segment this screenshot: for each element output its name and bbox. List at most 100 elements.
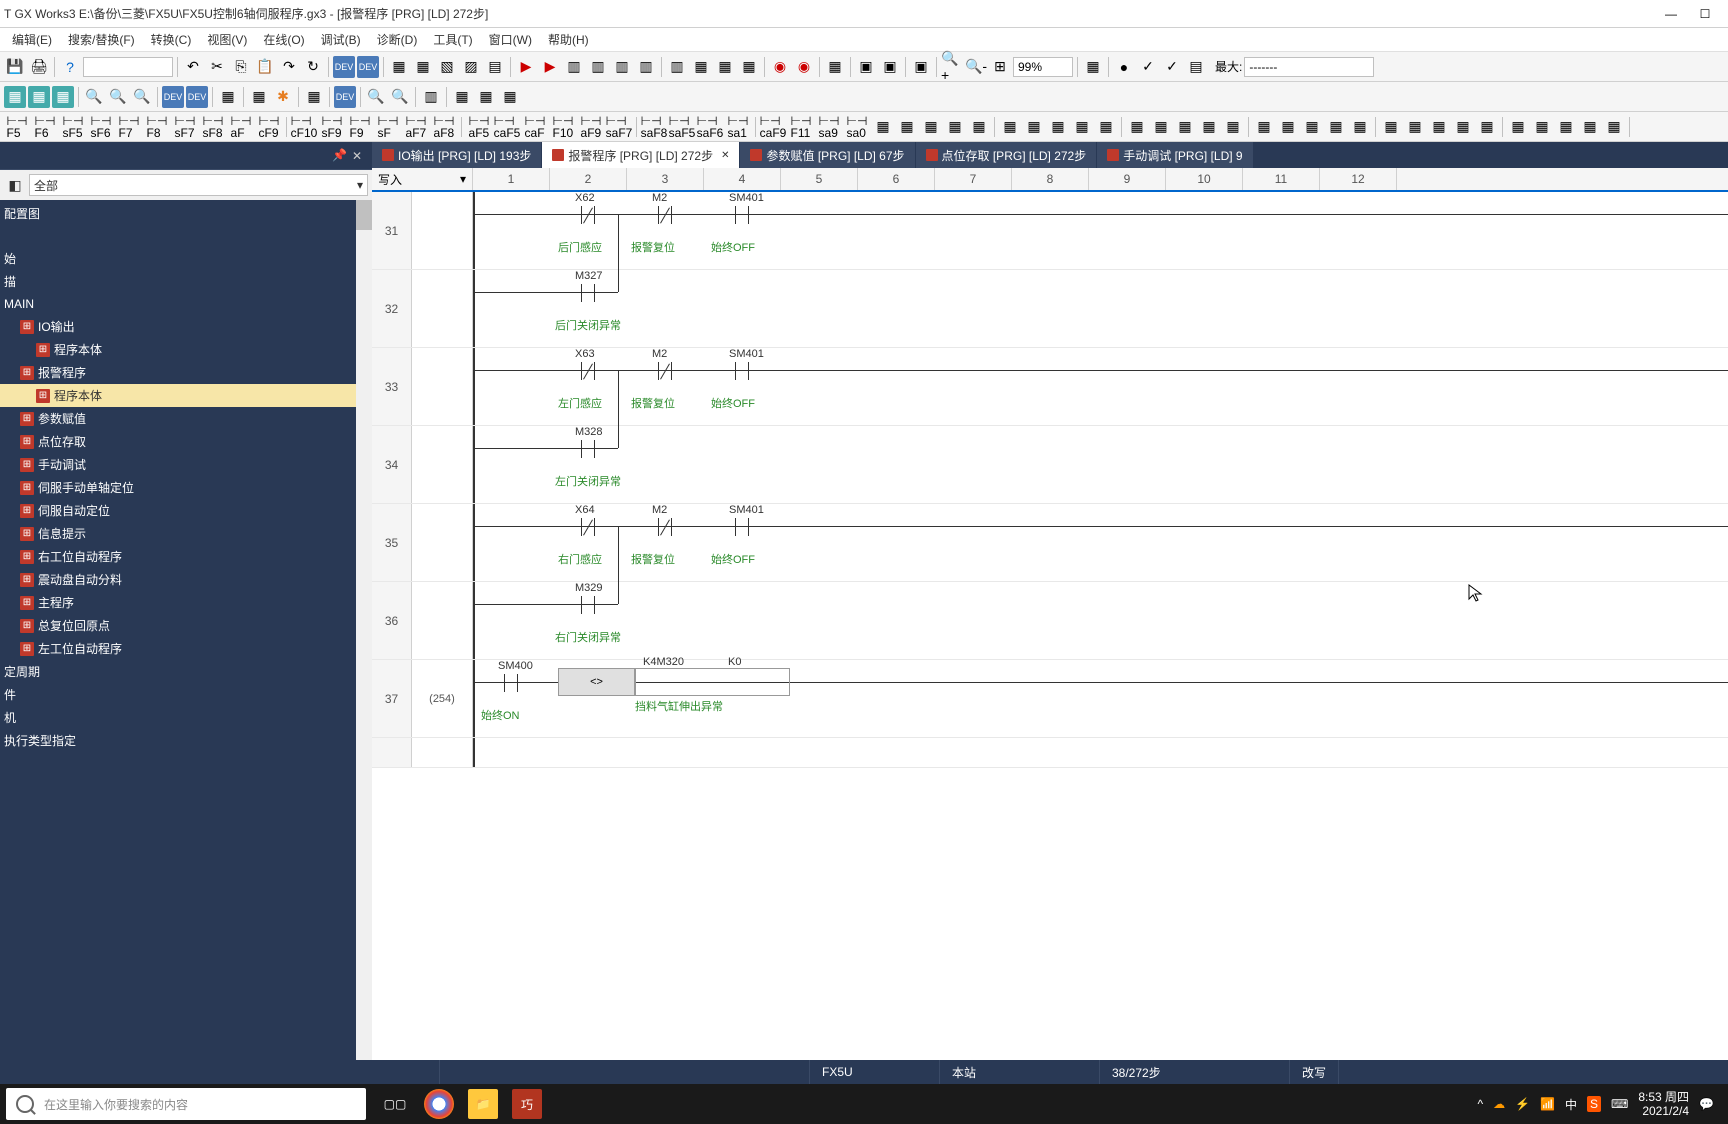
tool2-icon[interactable]: ▦ — [412, 56, 434, 78]
contact[interactable] — [573, 440, 603, 458]
copy-icon[interactable]: ⎘ — [230, 56, 252, 78]
ladder-inst-saF6[interactable]: ⊢⊣saF6 — [697, 116, 723, 138]
find2-icon[interactable]: 🔍 — [107, 86, 129, 108]
tb3-extra-1[interactable]: ▦ — [896, 116, 918, 138]
tree-item[interactable]: ⊞IO输出 — [0, 315, 372, 338]
tray-kbd-icon[interactable]: ⌨ — [1611, 1097, 1628, 1111]
ladder-inst-saF5[interactable]: ⊢⊣saF5 — [669, 116, 695, 138]
tb2c-icon[interactable]: ✱ — [272, 86, 294, 108]
tree-item[interactable]: ⊞左工位自动程序 — [0, 637, 372, 660]
zoomin-icon[interactable]: 🔍+ — [941, 56, 963, 78]
ladder-inst-cF9[interactable]: ⊢⊣cF9 — [256, 116, 282, 138]
tb3-extra-28[interactable]: ▦ — [1579, 116, 1601, 138]
search-input[interactable] — [83, 57, 173, 77]
tb3-extra-9[interactable]: ▦ — [1095, 116, 1117, 138]
editor-tab[interactable]: 参数赋值 [PRG] [LD] 67步 — [740, 142, 915, 168]
ladder-rung[interactable]: 31X62后门感应M2报警复位SM401始终OFFM32后门关闭常 — [372, 192, 1728, 270]
tb3-extra-10[interactable]: ▦ — [1126, 116, 1148, 138]
tb2a-icon[interactable]: ▦ — [217, 86, 239, 108]
tree-item[interactable]: ⊞报警程序 — [0, 361, 372, 384]
tb3-extra-5[interactable]: ▦ — [999, 116, 1021, 138]
mon1-icon[interactable]: ▥ — [563, 56, 585, 78]
ladder-inst-F9[interactable]: ⊢⊣F9 — [347, 116, 373, 138]
tb3-extra-14[interactable]: ▦ — [1222, 116, 1244, 138]
menu-item[interactable]: 窗口(W) — [481, 29, 540, 50]
tb3-extra-2[interactable]: ▦ — [920, 116, 942, 138]
tree-item[interactable]: 执行类型指定 — [0, 729, 372, 752]
tree-item[interactable]: ⊞右工位自动程序 — [0, 545, 372, 568]
tray-net-icon[interactable]: ⚡ — [1515, 1097, 1530, 1111]
menu-item[interactable]: 工具(T) — [425, 29, 480, 50]
task-view-icon[interactable]: ▢▢ — [380, 1089, 410, 1119]
ladder-inst-aF8[interactable]: ⊢⊣aF8 — [431, 116, 457, 138]
tray-ime-icon[interactable]: 中 — [1565, 1096, 1577, 1113]
menu-item[interactable]: 调试(B) — [313, 29, 369, 50]
ladder-inst-sF6[interactable]: ⊢⊣sF6 — [88, 116, 114, 138]
tray-sogou-icon[interactable]: S — [1587, 1096, 1601, 1112]
tb2j-icon[interactable]: ▦ — [475, 86, 497, 108]
editor-tab[interactable]: 点位存取 [PRG] [LD] 272步 — [916, 142, 1098, 168]
tb3-extra-18[interactable]: ▦ — [1325, 116, 1347, 138]
ladder-inst-sF5[interactable]: ⊢⊣sF5 — [60, 116, 86, 138]
ladder-inst-aF5[interactable]: ⊢⊣aF5 — [466, 116, 492, 138]
tree-item[interactable]: ⊞伺服自动定位 — [0, 499, 372, 522]
view3-icon[interactable]: ▦ — [52, 86, 74, 108]
tb3-extra-20[interactable]: ▦ — [1380, 116, 1402, 138]
tb3-extra-3[interactable]: ▦ — [944, 116, 966, 138]
tool-icon[interactable]: ▦ — [388, 56, 410, 78]
tb3-extra-13[interactable]: ▦ — [1198, 116, 1220, 138]
ladder-inst-sF8[interactable]: ⊢⊣sF8 — [200, 116, 226, 138]
ladder-rung[interactable]: M350 — [372, 738, 1728, 768]
close-panel-icon[interactable]: ✕ — [352, 149, 366, 163]
ladder-editor[interactable]: 31X62后门感应M2报警复位SM401始终OFFM32后门关闭常32M327后… — [372, 192, 1728, 1060]
view1-icon[interactable]: ▦ — [4, 86, 26, 108]
max-input[interactable] — [1244, 57, 1374, 77]
ladder-inst-cF10[interactable]: ⊢⊣cF10 — [291, 116, 317, 138]
tree-item[interactable]: 机 — [0, 706, 372, 729]
cut-icon[interactable]: ✂ — [206, 56, 228, 78]
tool4-icon[interactable]: ▨ — [460, 56, 482, 78]
tree-item[interactable]: 描 — [0, 270, 372, 293]
remote-icon[interactable]: ▦ — [738, 56, 760, 78]
view2-icon[interactable]: ▦ — [28, 86, 50, 108]
tb2i-icon[interactable]: ▦ — [451, 86, 473, 108]
contact[interactable] — [573, 518, 603, 536]
tb2d-icon[interactable]: ▦ — [303, 86, 325, 108]
tb3-extra-4[interactable]: ▦ — [968, 116, 990, 138]
contact[interactable] — [727, 362, 757, 380]
tree-item[interactable]: 始 — [0, 247, 372, 270]
tray-notif-icon[interactable]: 💬 — [1699, 1097, 1714, 1111]
tb3-extra-27[interactable]: ▦ — [1555, 116, 1577, 138]
mod3-icon[interactable]: ▣ — [910, 56, 932, 78]
menu-item[interactable]: 视图(V) — [199, 29, 255, 50]
ladder-inst-F7[interactable]: ⊢⊣F7 — [116, 116, 142, 138]
close-tab-icon[interactable]: ✕ — [721, 150, 729, 161]
fit-icon[interactable]: ⊞ — [989, 56, 1011, 78]
ladder-inst-saF7[interactable]: ⊢⊣saF7 — [606, 116, 632, 138]
mark4-icon[interactable]: ▤ — [1185, 56, 1207, 78]
ladder-inst-F5[interactable]: ⊢⊣F5 — [4, 116, 30, 138]
mark1-icon[interactable]: ● — [1113, 56, 1135, 78]
tb3-extra-23[interactable]: ▦ — [1452, 116, 1474, 138]
tree-item[interactable]: 件 — [0, 683, 372, 706]
sim2-icon[interactable]: ◉ — [793, 56, 815, 78]
maximize-button[interactable]: ☐ — [1694, 5, 1716, 23]
app-icon[interactable]: 巧 — [512, 1089, 542, 1119]
tb2f-icon[interactable]: 🔍 — [365, 86, 387, 108]
tb3-extra-29[interactable]: ▦ — [1603, 116, 1625, 138]
ladder-rung[interactable]: 33X63左门感应M2报警复位SM401始终OFFM328左门关闭常 — [372, 348, 1728, 426]
mod1-icon[interactable]: ▣ — [855, 56, 877, 78]
tree-item[interactable]: ⊞程序本体 — [0, 338, 372, 361]
menu-item[interactable]: 诊断(D) — [369, 29, 426, 50]
compare-instruction[interactable]: <> — [558, 668, 635, 696]
nav-filter-combo[interactable]: 全部 ▾ — [29, 174, 368, 196]
contact[interactable] — [573, 206, 603, 224]
tree-item[interactable]: ⊞震动盘自动分料 — [0, 568, 372, 591]
tray-wifi-icon[interactable]: 📶 — [1540, 1097, 1555, 1111]
ladder-inst-sF9[interactable]: ⊢⊣sF9 — [319, 116, 345, 138]
taskbar-search[interactable]: 在这里输入你要搜索的内容 — [6, 1088, 366, 1120]
paste-icon[interactable]: 📋 — [254, 56, 276, 78]
editor-tab[interactable]: 手动调试 [PRG] [LD] 9 — [1097, 142, 1253, 168]
mon4-icon[interactable]: ▥ — [635, 56, 657, 78]
contact[interactable] — [650, 362, 680, 380]
